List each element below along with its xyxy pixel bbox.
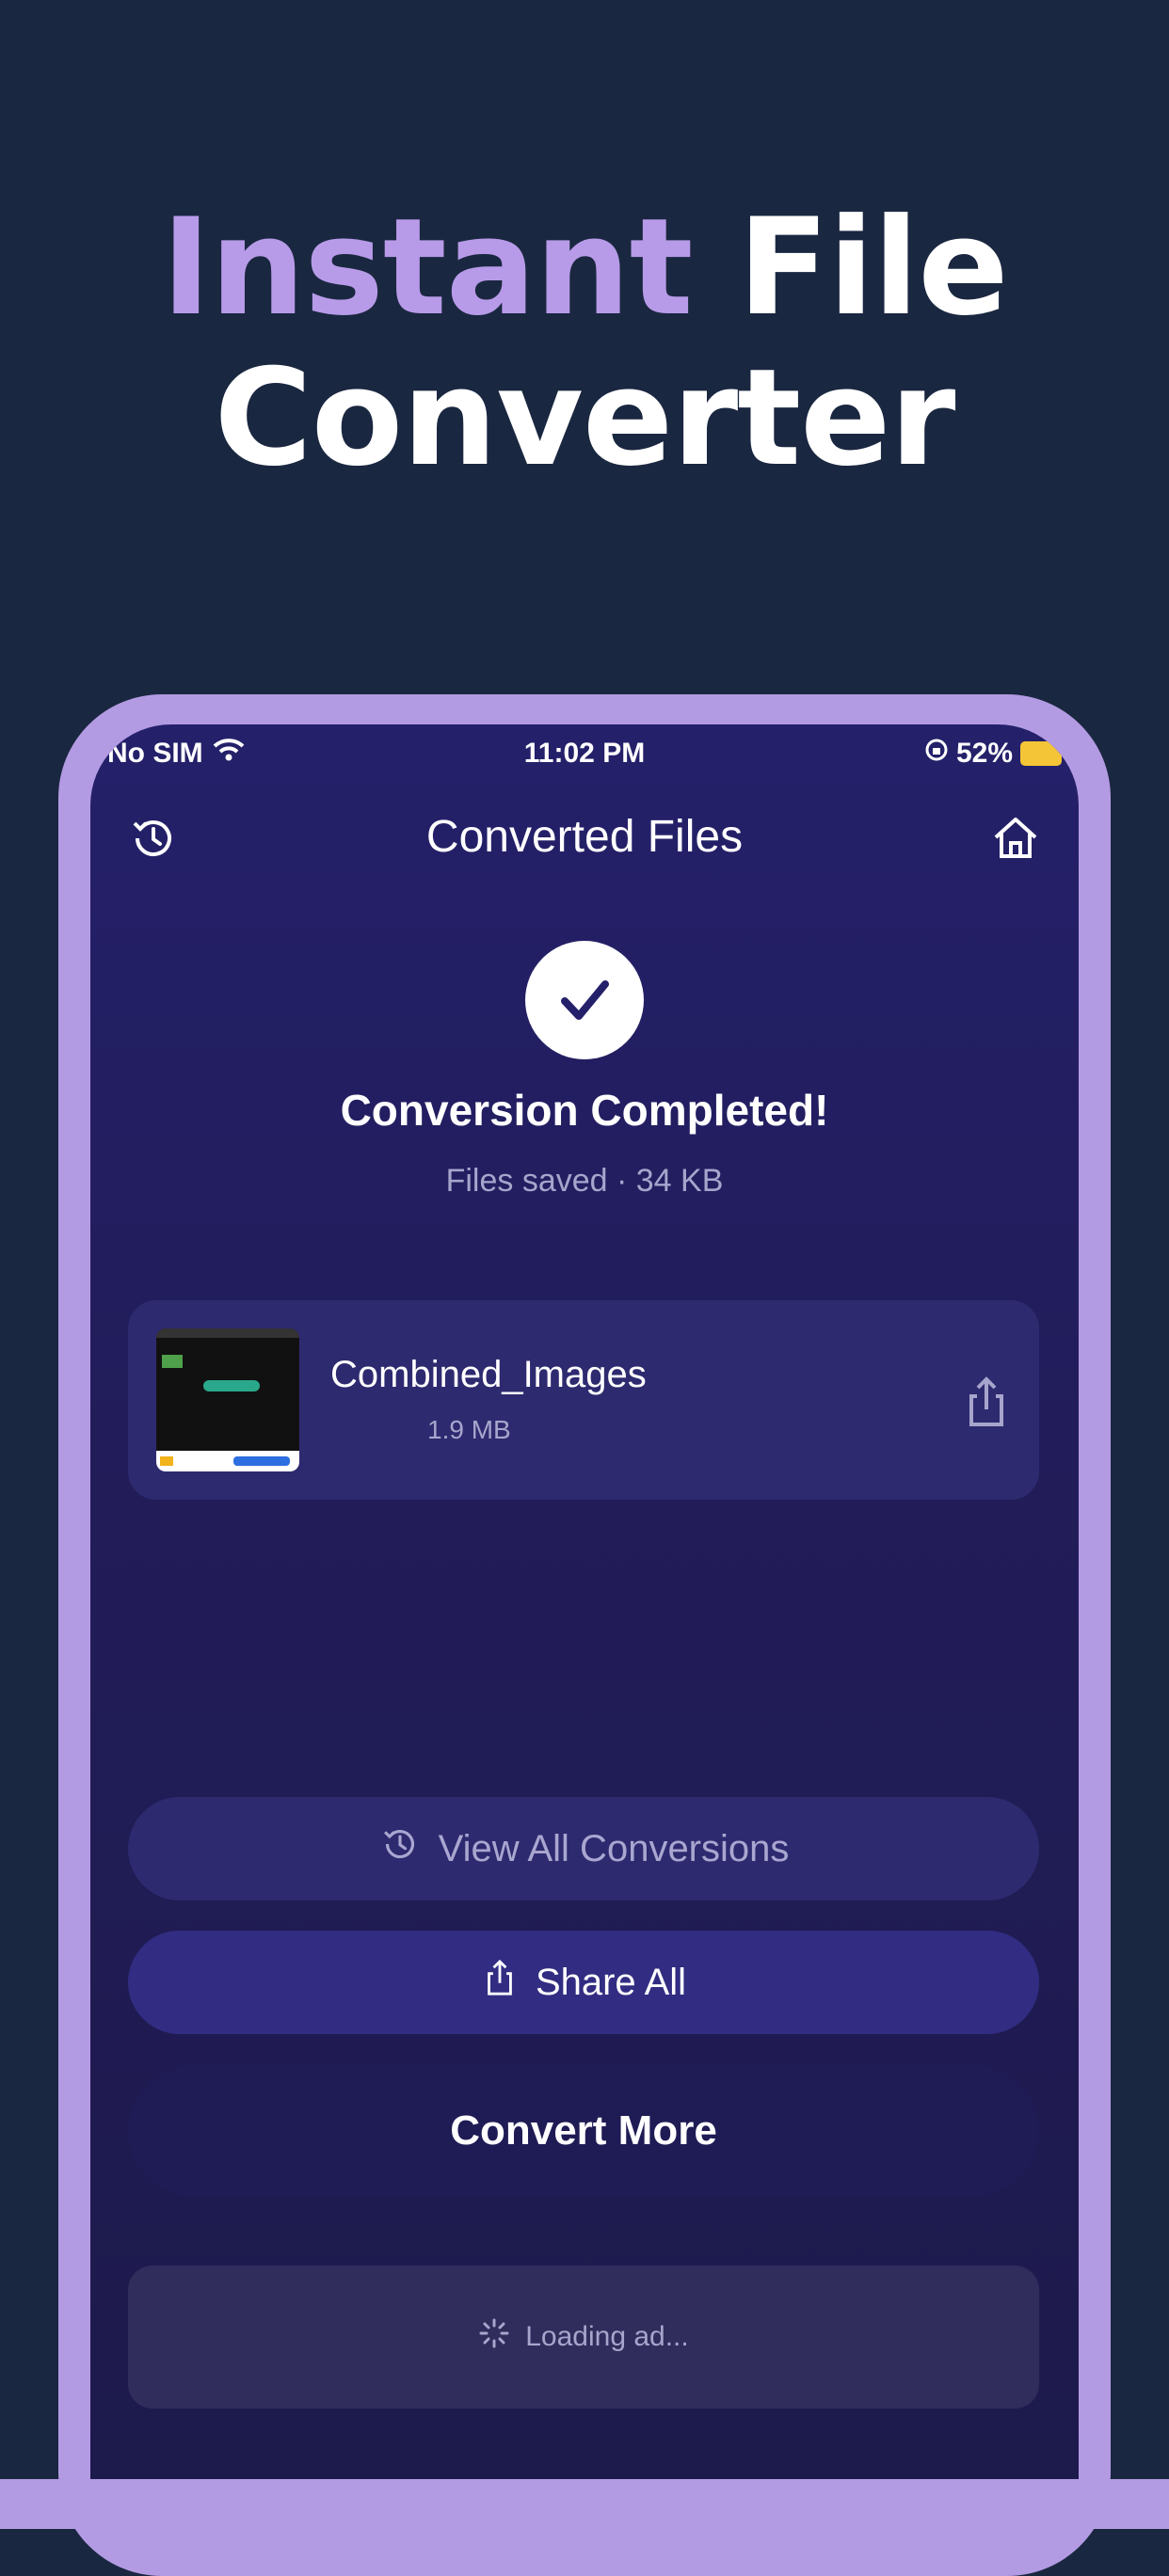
share-icon[interactable] bbox=[960, 1374, 1013, 1430]
headline: Instant File Converter bbox=[0, 193, 1169, 494]
orientation-lock-icon bbox=[924, 738, 949, 770]
ad-loading-label: Loading ad... bbox=[525, 2321, 689, 2352]
headline-word: File bbox=[737, 190, 1009, 345]
battery-percent: 52% bbox=[955, 738, 1013, 769]
success-check-icon bbox=[525, 941, 644, 1059]
ad-placeholder: Loading ad... bbox=[128, 2266, 1039, 2409]
view-all-conversions-button[interactable]: View All Conversions bbox=[128, 1797, 1039, 1900]
home-icon[interactable] bbox=[988, 811, 1043, 866]
phone-frame-bottom bbox=[0, 2479, 1169, 2529]
completion-title: Conversion Completed! bbox=[340, 1086, 829, 1135]
headline-accent: Instant bbox=[161, 190, 693, 345]
share-icon bbox=[481, 1957, 519, 2008]
convert-more-button[interactable]: Convert More bbox=[128, 2065, 1039, 2197]
convert-more-label: Convert More bbox=[450, 2107, 717, 2154]
file-thumbnail bbox=[156, 1328, 299, 1471]
nav-bar: Converted Files bbox=[90, 800, 1079, 875]
share-all-button[interactable]: Share All bbox=[128, 1931, 1039, 2034]
app-screen: No SIM 11:02 PM 52% Converted Files Conv… bbox=[90, 724, 1079, 2479]
status-bar: No SIM 11:02 PM 52% bbox=[90, 724, 1079, 777]
status-right: 52% bbox=[924, 738, 1066, 770]
headline-word-2: Converter bbox=[214, 341, 956, 496]
completion-subtitle: Files saved · 34 KB bbox=[445, 1163, 724, 1199]
page-title: Converted Files bbox=[425, 812, 744, 862]
history-icon bbox=[378, 1822, 422, 1875]
view-all-label: View All Conversions bbox=[438, 1827, 790, 1869]
file-card[interactable]: Combined_Images 1.9 MB bbox=[128, 1300, 1039, 1500]
file-name: Combined_Images bbox=[330, 1354, 647, 1395]
battery-icon bbox=[1020, 741, 1066, 766]
share-all-label: Share All bbox=[535, 1961, 687, 2003]
file-size: 1.9 MB bbox=[427, 1415, 511, 1444]
spinner-icon bbox=[478, 2317, 510, 2357]
